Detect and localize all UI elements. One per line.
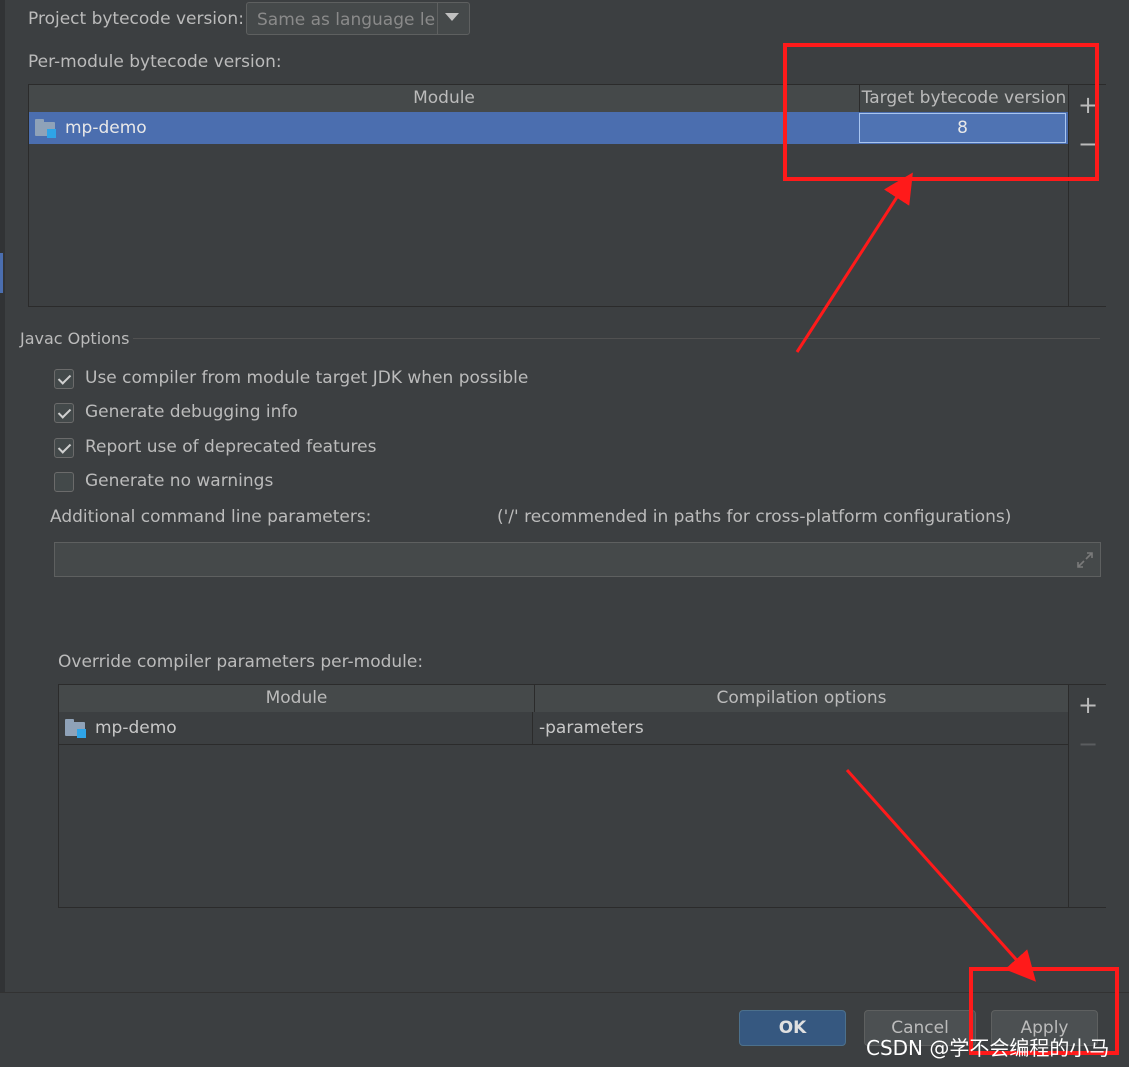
table-row[interactable]: mp-demo -parameters [59,712,1068,745]
javac-section-title: Javac Options [20,329,130,348]
gutter-marker [0,253,3,293]
project-bytecode-value: Same as language le [257,10,436,30]
column-header-module[interactable]: Module [29,85,860,112]
column-header-module[interactable]: Module [59,685,535,712]
expand-icon[interactable] [1076,551,1094,569]
additional-params-label: Additional command line parameters: [50,507,372,527]
option-label: Report use of deprecated features [85,437,377,457]
ok-button[interactable]: OK [739,1010,846,1046]
watermark: CSDN @学不会编程的小马 [866,1036,1110,1060]
per-module-label: Per-module bytecode version: [28,52,282,72]
column-header-compilation-options[interactable]: Compilation options [535,685,1068,712]
project-bytecode-label: Project bytecode version: [28,9,244,29]
annotation-box-target-version [783,43,1099,181]
remove-icon[interactable]: − [1069,732,1107,756]
module-cell: mp-demo [65,712,533,744]
module-name: mp-demo [65,118,147,138]
section-divider [133,338,1100,339]
checkbox-debugging-info[interactable] [54,403,74,423]
override-table: Module Compilation options mp-demo -para… [58,684,1107,908]
checkbox-deprecated-features[interactable] [54,438,74,458]
override-table-header: Module Compilation options [59,685,1068,713]
additional-params-hint: ('/' recommended in paths for cross-plat… [497,507,1012,527]
option-label: Generate no warnings [85,471,274,491]
override-toolbar: + − [1068,685,1107,907]
checkbox-no-warnings[interactable] [54,472,74,492]
left-gutter [0,0,5,1066]
override-label: Override compiler parameters per-module: [58,652,424,672]
option-label: Use compiler from module target JDK when… [85,368,529,388]
additional-params-input[interactable] [54,542,1101,577]
compilation-options-cell[interactable]: -parameters [539,712,1067,744]
module-cell: mp-demo [35,112,855,144]
module-folder-icon [35,119,57,138]
combo-separator [437,3,438,34]
project-bytecode-combo[interactable]: Same as language le [246,2,470,35]
module-name: mp-demo [95,718,177,738]
checkbox-use-module-jdk[interactable] [54,369,74,389]
chevron-down-icon[interactable] [445,13,459,21]
add-icon[interactable]: + [1069,693,1107,717]
module-folder-icon [65,719,87,738]
option-label: Generate debugging info [85,402,298,422]
